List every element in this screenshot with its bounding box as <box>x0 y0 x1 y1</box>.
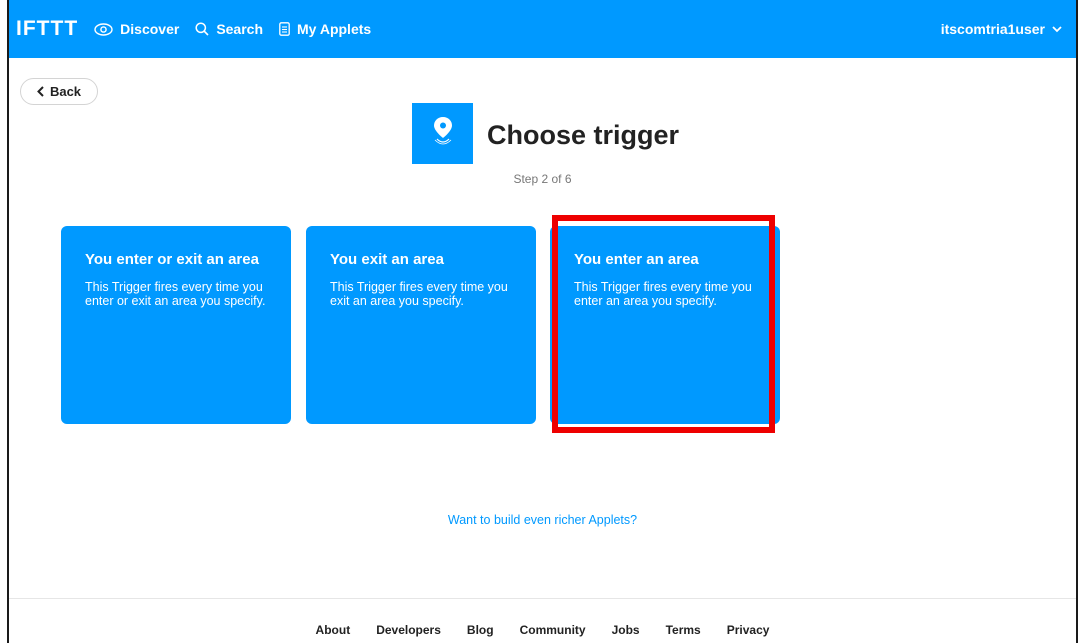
top-navbar: IFTTT Discover Search My Applets itscomt… <box>9 0 1076 58</box>
trigger-card-description: This Trigger fires every time you enter … <box>574 280 752 308</box>
ifttt-logo[interactable]: IFTTT <box>16 17 78 41</box>
document-icon <box>279 22 290 36</box>
chevron-down-icon <box>1052 25 1062 33</box>
nav-search[interactable]: Search <box>195 21 263 37</box>
footer-divider <box>9 598 1076 599</box>
back-button[interactable]: Back <box>20 78 98 105</box>
nav-my-applets[interactable]: My Applets <box>279 21 371 37</box>
trigger-card-title: You exit an area <box>330 251 444 268</box>
footer-link-terms[interactable]: Terms <box>666 623 701 637</box>
back-label: Back <box>49 84 82 99</box>
trigger-card-description: This Trigger fires every time you enter … <box>85 280 266 308</box>
trigger-card-title: You enter an area <box>574 251 699 268</box>
trigger-card-exit[interactable]: You exit an area This Trigger fires ever… <box>306 226 536 424</box>
nav-my-applets-label: My Applets <box>297 21 372 37</box>
footer-link-jobs[interactable]: Jobs <box>612 623 640 637</box>
footer-link-developers[interactable]: Developers <box>376 623 441 637</box>
nav-discover[interactable]: Discover <box>94 21 179 37</box>
richer-applets-link[interactable]: Want to build even richer Applets? <box>9 513 1076 527</box>
trigger-card-title: You enter or exit an area <box>85 251 259 268</box>
location-pin-icon <box>432 116 454 151</box>
footer-links: About Developers Blog Community Jobs Ter… <box>9 623 1076 637</box>
footer-link-blog[interactable]: Blog <box>467 623 494 637</box>
app-window: IFTTT Discover Search My Applets itscomt… <box>7 0 1078 643</box>
location-service-badge <box>412 103 473 164</box>
user-menu[interactable]: itscomtria1user <box>941 0 1062 58</box>
footer-link-about[interactable]: About <box>316 623 351 637</box>
trigger-card-enter-or-exit[interactable]: You enter or exit an area This Trigger f… <box>61 226 291 424</box>
search-icon <box>195 22 209 36</box>
page-title: Choose trigger <box>487 120 680 150</box>
trigger-card-description: This Trigger fires every time you exit a… <box>330 280 508 308</box>
nav-search-label: Search <box>216 21 264 37</box>
chevron-left-icon <box>37 86 44 97</box>
trigger-card-enter[interactable]: You enter an area This Trigger fires eve… <box>550 226 780 424</box>
eye-icon <box>94 22 113 36</box>
username: itscomtria1user <box>940 21 1045 37</box>
step-indicator: Step 2 of 6 <box>513 172 572 186</box>
footer-link-privacy[interactable]: Privacy <box>727 623 770 637</box>
nav-discover-label: Discover <box>120 21 180 37</box>
footer-link-community[interactable]: Community <box>520 623 586 637</box>
